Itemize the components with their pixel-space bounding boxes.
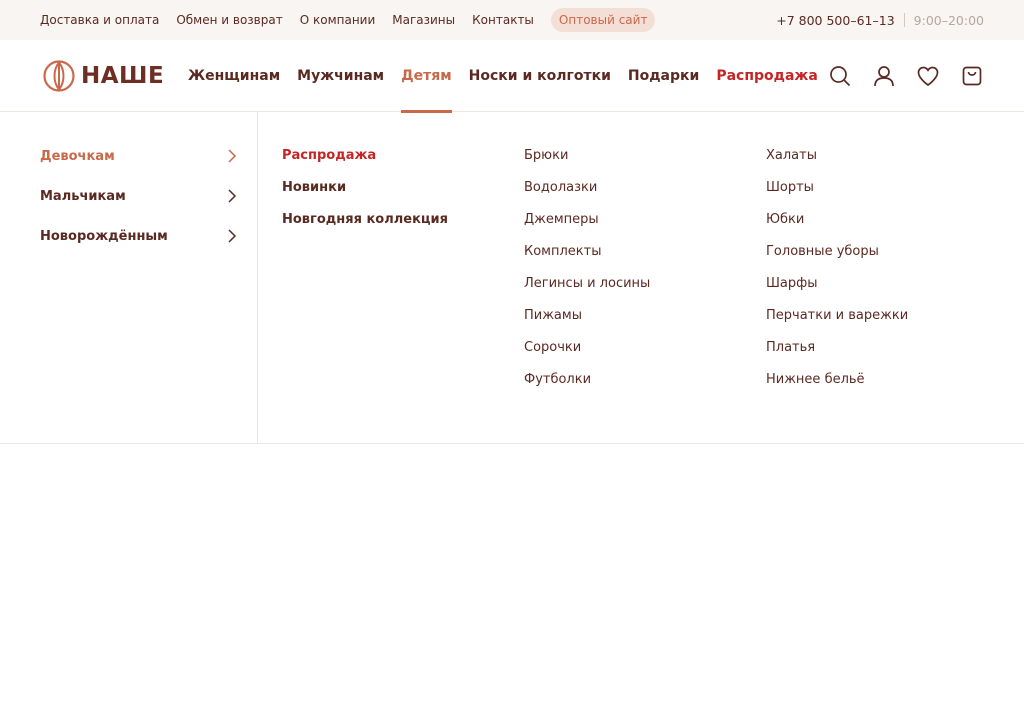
- header-icons: [808, 64, 984, 88]
- menu-link[interactable]: Сорочки: [524, 336, 650, 368]
- top-links: Доставка и оплата Обмен и возврат О комп…: [40, 0, 656, 40]
- menu-link-new-year[interactable]: Новгодняя коллекция: [282, 208, 448, 240]
- category-girls[interactable]: Девочкам: [40, 144, 238, 168]
- menu-link-sale[interactable]: Распродажа: [282, 144, 448, 176]
- menu-link[interactable]: Головные уборы: [766, 240, 908, 272]
- main-nav: Женщинам Мужчинам Детям Носки и колготки…: [188, 40, 835, 113]
- dropdown-menu: Девочкам Мальчикам Новорождённым Распрод…: [0, 112, 1024, 444]
- top-bar: Доставка и оплата Обмен и возврат О комп…: [0, 0, 1024, 40]
- menu-column-2: Брюки Водолазки Джемперы Комплекты Легин…: [524, 144, 650, 400]
- contact-info: +7 800 500–61–13 9:00–20:00: [776, 0, 984, 40]
- category-boys[interactable]: Мальчикам: [40, 184, 238, 208]
- chevron-right-icon: [228, 189, 237, 203]
- contacts-link[interactable]: Контакты: [472, 13, 534, 27]
- menu-link[interactable]: Шарфы: [766, 272, 908, 304]
- nav-kids[interactable]: Детям: [401, 40, 452, 113]
- menu-link[interactable]: Перчатки и варежки: [766, 304, 908, 336]
- nav-men[interactable]: Мужчинам: [297, 40, 384, 112]
- stores-link[interactable]: Магазины: [392, 13, 455, 27]
- nav-gifts[interactable]: Подарки: [628, 40, 699, 112]
- user-icon[interactable]: [872, 64, 896, 88]
- logo-icon: [43, 60, 75, 92]
- category-list: Девочкам Мальчикам Новорождённым: [0, 112, 258, 443]
- category-label: Девочкам: [40, 148, 115, 164]
- working-hours: 9:00–20:00: [913, 12, 984, 28]
- nav-sale[interactable]: Распродажа: [716, 40, 817, 112]
- logo[interactable]: НАШЕ: [42, 59, 164, 93]
- menu-link[interactable]: Джемперы: [524, 208, 650, 240]
- bag-icon[interactable]: [960, 64, 984, 88]
- menu-link[interactable]: Платья: [766, 336, 908, 368]
- delivery-link[interactable]: Доставка и оплата: [40, 13, 159, 27]
- category-label: Мальчикам: [40, 188, 126, 204]
- search-icon[interactable]: [828, 64, 852, 88]
- logo-text: НАШЕ: [81, 63, 165, 89]
- menu-link-new[interactable]: Новинки: [282, 176, 448, 208]
- header: НАШЕ Женщинам Мужчинам Детям Носки и кол…: [0, 40, 1024, 113]
- exchange-link[interactable]: Обмен и возврат: [176, 13, 282, 27]
- nav-socks[interactable]: Носки и колготки: [469, 40, 611, 112]
- about-link[interactable]: О компании: [300, 13, 376, 27]
- menu-link[interactable]: Халаты: [766, 144, 908, 176]
- wholesale-button[interactable]: Оптовый сайт: [550, 8, 656, 32]
- menu-link[interactable]: Нижнее бельё: [766, 368, 908, 400]
- chevron-right-icon: [228, 229, 237, 243]
- menu-link[interactable]: Шорты: [766, 176, 908, 208]
- menu-link[interactable]: Водолазки: [524, 176, 650, 208]
- category-newborn[interactable]: Новорождённым: [40, 224, 238, 248]
- divider: [903, 13, 905, 27]
- chevron-right-icon: [228, 149, 237, 163]
- category-label: Новорождённым: [40, 228, 168, 244]
- nav-women[interactable]: Женщинам: [188, 40, 280, 112]
- menu-link[interactable]: Юбки: [766, 208, 908, 240]
- menu-column-featured: Распродажа Новинки Новгодняя коллекция: [282, 144, 448, 240]
- menu-link[interactable]: Комплекты: [524, 240, 650, 272]
- menu-link[interactable]: Пижамы: [524, 304, 650, 336]
- menu-column-3: Халаты Шорты Юбки Головные уборы Шарфы П…: [766, 144, 908, 400]
- menu-link[interactable]: Брюки: [524, 144, 650, 176]
- phone-link[interactable]: +7 800 500–61–13: [776, 13, 894, 28]
- menu-link[interactable]: Легинсы и лосины: [524, 272, 650, 304]
- heart-icon[interactable]: [916, 64, 940, 88]
- menu-link[interactable]: Футболки: [524, 368, 650, 400]
